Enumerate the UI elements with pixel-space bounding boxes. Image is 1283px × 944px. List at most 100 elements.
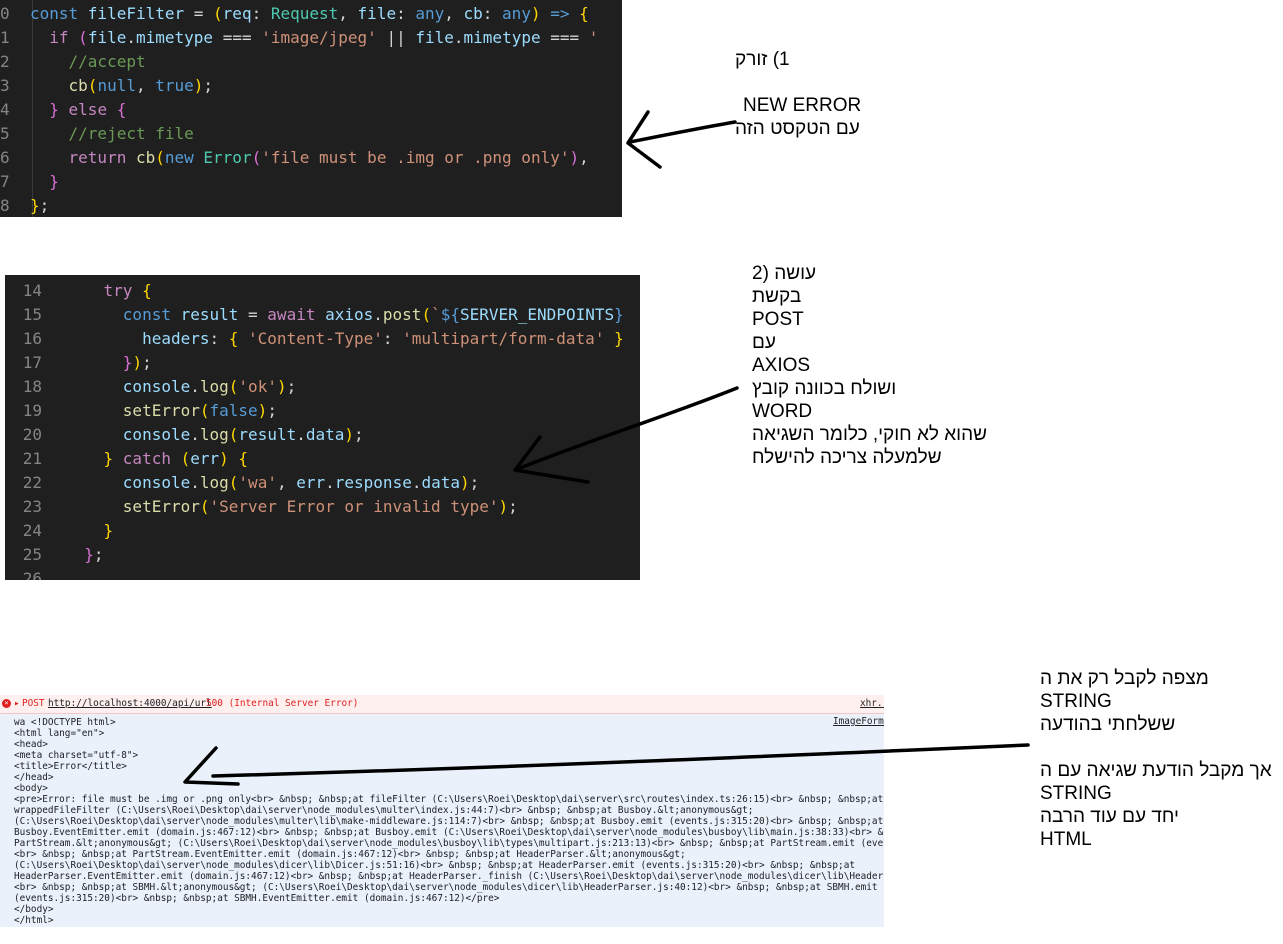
code-token: } [122, 353, 133, 372]
code-token: file [415, 28, 454, 47]
console-log-line: wa <!DOCTYPE html> [14, 717, 116, 728]
code-token: : [209, 329, 229, 348]
code-token: headers [142, 329, 210, 348]
code-token: data [305, 425, 345, 444]
code-line: }); [65, 351, 152, 375]
console-log-line: <body> [14, 783, 48, 794]
code-token: ) [276, 377, 287, 396]
console-log-body: ImageForm. wa <!DOCTYPE html> <html lang=… [0, 714, 884, 927]
code-line: } else { [30, 98, 126, 122]
error-status: 500 (Internal Server Error) [206, 698, 359, 709]
code-token: : [482, 4, 503, 23]
code-token: return [68, 148, 136, 167]
code-token: cb [68, 76, 88, 95]
code-line: headers: { 'Content-Type': 'multipart/fo… [65, 327, 624, 351]
code-token: Error [203, 148, 252, 167]
line-number: 25 [22, 545, 42, 564]
code-token: //accept [68, 52, 146, 71]
code-token: try [103, 281, 143, 300]
code-token: req [222, 4, 252, 23]
code-line: if (file.mimetype === 'image/jpeg' || fi… [30, 26, 598, 50]
code-token: , [579, 148, 589, 167]
code-token: ) [498, 497, 509, 516]
code-token: . [190, 425, 200, 444]
code-token: === [222, 28, 262, 47]
expand-triangle-icon[interactable]: ▸ [14, 695, 20, 713]
code-token: 'image/jpeg' [261, 28, 387, 47]
code-token: { [579, 4, 589, 23]
code-token: . [373, 305, 383, 324]
error-url-link[interactable]: http://localhost:4000/api/url [48, 695, 212, 713]
code-token: setError [122, 497, 200, 516]
code-token: ( [155, 148, 165, 167]
code-token: log [199, 473, 229, 492]
line-number: 17 [22, 353, 42, 372]
line-number: 3 [0, 76, 10, 95]
line-number: 22 [22, 473, 42, 492]
code-token: ; [93, 545, 104, 564]
code-token: mimetype [135, 28, 223, 47]
code-line: setError('Server Error or invalid type')… [65, 495, 518, 519]
code-token: ; [286, 377, 297, 396]
code-token: ( [199, 497, 210, 516]
line-number: 2 [0, 52, 10, 71]
code-token: ) [344, 425, 355, 444]
code-token: ( [87, 76, 98, 95]
log-source-link[interactable]: ImageForm. [833, 716, 884, 727]
line-number: 15 [22, 305, 42, 324]
code-line: //accept [30, 50, 146, 74]
code-token: || [386, 28, 416, 47]
code-token: ' [588, 28, 599, 47]
code-token: new [164, 148, 204, 167]
code-token: } [103, 521, 114, 540]
code-token: response [334, 473, 412, 492]
console-log-line: </head> [14, 772, 54, 783]
console-log-line: (C:\Users\Roei\Desktop\dai\server\node_m… [14, 860, 855, 871]
code-line: //reject file [30, 122, 194, 146]
code-token: else [58, 100, 117, 119]
line-number: 7 [0, 172, 10, 191]
code-token: ( [421, 305, 432, 324]
code-line: const fileFilter = (req: Request, file: … [30, 2, 589, 26]
code-token: ; [203, 76, 214, 95]
code-token: ) [132, 353, 143, 372]
line-number: 8 [0, 196, 10, 215]
code-token: //reject file [68, 124, 194, 143]
console-log-line: <pre>Error: file must be .img or .png on… [14, 794, 884, 805]
code-token: console [122, 473, 191, 492]
line-number: 21 [22, 449, 42, 468]
error-circle-icon: × [2, 699, 11, 708]
code-token: === [550, 28, 589, 47]
code-token: } [30, 196, 40, 215]
code-token: 'ok' [238, 377, 277, 396]
line-number: 4 [0, 100, 10, 119]
code-token: : [396, 4, 416, 23]
code-token: } [614, 305, 624, 324]
code-token: , [338, 4, 358, 23]
code-token: log [199, 425, 229, 444]
console-error-row[interactable]: × ▸ POST http://localhost:4000/api/url 5… [0, 695, 884, 714]
code-token: 'Content-Type' [248, 329, 383, 348]
code-token: . [325, 473, 335, 492]
code-token: any [415, 4, 445, 23]
line-number: 23 [22, 497, 42, 516]
line-number: 6 [0, 148, 10, 167]
code-token: true [155, 76, 194, 95]
code-token: } [49, 100, 59, 119]
error-source-link[interactable]: xhr.: [860, 695, 884, 713]
code-token: fileFilter [87, 4, 194, 23]
code-token: const [30, 4, 88, 23]
code-token: await [267, 305, 326, 324]
code-token: } [49, 172, 59, 191]
code-token: ${ [440, 305, 460, 324]
error-method: POST [22, 698, 45, 709]
code-snippet-axios-request: 14 try {15 const result = await axios.po… [5, 275, 640, 580]
line-number: 1 [0, 28, 10, 47]
